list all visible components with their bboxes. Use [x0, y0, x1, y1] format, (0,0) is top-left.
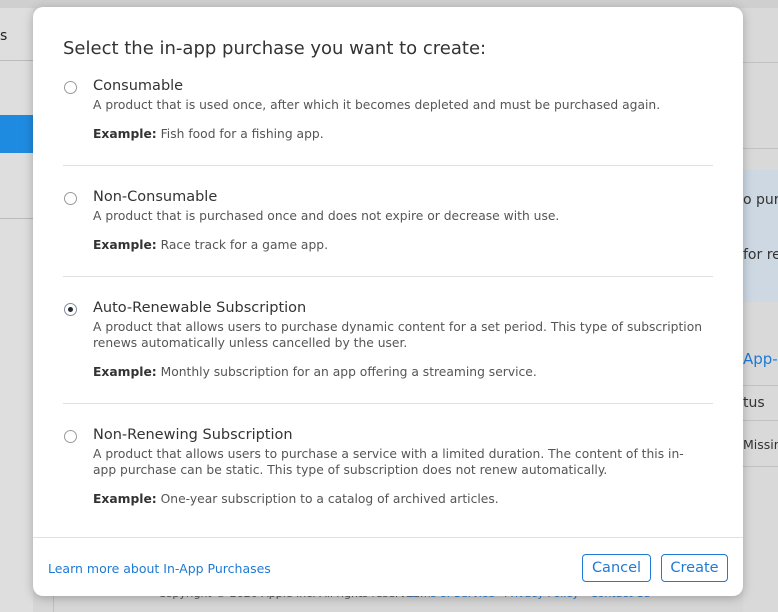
dialog-title: Select the in-app purchase you want to c…: [63, 38, 487, 59]
cancel-button[interactable]: Cancel: [582, 554, 651, 582]
example-label: Example:: [93, 238, 157, 252]
background-footer: Copyright © 2020 Apple Inc. All rights r…: [53, 587, 743, 612]
option-name[interactable]: Non-Consumable: [93, 189, 217, 205]
background-divider: [743, 420, 778, 421]
option-divider: [63, 403, 713, 404]
example-label: Example:: [93, 365, 157, 379]
option-example: Example: One-year subscription to a cata…: [93, 492, 499, 506]
background-divider: [743, 148, 778, 149]
background-link: App-: [743, 350, 778, 368]
radio-consumable[interactable]: [64, 81, 77, 94]
option-name[interactable]: Non-Renewing Subscription: [93, 427, 293, 443]
option-non-renewing-subscription[interactable]: Non-Renewing Subscription A product that…: [63, 427, 713, 512]
option-description: A product that is purchased once and doe…: [93, 209, 560, 223]
radio-auto-renewable-subscription[interactable]: [64, 303, 77, 316]
option-auto-renewable-subscription[interactable]: Auto-Renewable Subscription A product th…: [63, 300, 713, 385]
option-example: Example: Monthly subscription for an app…: [93, 365, 537, 379]
option-description: A product that allows users to purchase …: [93, 447, 684, 477]
background-main-area: [743, 8, 778, 612]
example-text: Fish food for a fishing app.: [156, 127, 324, 141]
background-divider: [743, 385, 778, 386]
radio-non-consumable[interactable]: [64, 192, 77, 205]
dialog-footer: Learn more about In-App Purchases Cancel…: [33, 537, 743, 596]
option-name[interactable]: Consumable: [93, 78, 183, 94]
background-info-box: [743, 170, 778, 302]
background-sidebar: [0, 8, 33, 612]
option-consumable[interactable]: Consumable A product that is used once, …: [63, 78, 713, 148]
background-info-text: for re: [743, 247, 778, 263]
background-column-header: tus: [743, 395, 765, 411]
background-sidebar-selected-item: [0, 115, 33, 153]
option-divider: [63, 165, 713, 166]
background-divider: [0, 60, 33, 61]
radio-non-renewing-subscription[interactable]: [64, 430, 77, 443]
option-description: A product that allows users to purchase …: [93, 320, 703, 350]
example-label: Example:: [93, 127, 157, 141]
learn-more-link[interactable]: Learn more about In-App Purchases: [48, 561, 271, 576]
create-in-app-purchase-dialog: Select the in-app purchase you want to c…: [33, 7, 743, 596]
option-divider: [63, 276, 713, 277]
background-info-text: o purc: [743, 192, 778, 208]
example-text: One-year subscription to a catalog of ar…: [156, 492, 499, 506]
background-sidebar-text: s: [0, 28, 8, 44]
example-text: Race track for a game app.: [156, 238, 328, 252]
background-divider: [0, 218, 33, 219]
example-text: Monthly subscription for an app offering…: [156, 365, 537, 379]
create-button[interactable]: Create: [661, 554, 728, 582]
option-example: Example: Fish food for a fishing app.: [93, 127, 324, 141]
background-divider: [743, 62, 778, 63]
option-name[interactable]: Auto-Renewable Subscription: [93, 300, 306, 316]
background-table-cell: Missing: [743, 437, 778, 452]
option-non-consumable[interactable]: Non-Consumable A product that is purchas…: [63, 189, 713, 259]
option-example: Example: Race track for a game app.: [93, 238, 328, 252]
background-divider: [743, 466, 778, 467]
option-description: A product that is used once, after which…: [93, 98, 661, 112]
example-label: Example:: [93, 492, 157, 506]
